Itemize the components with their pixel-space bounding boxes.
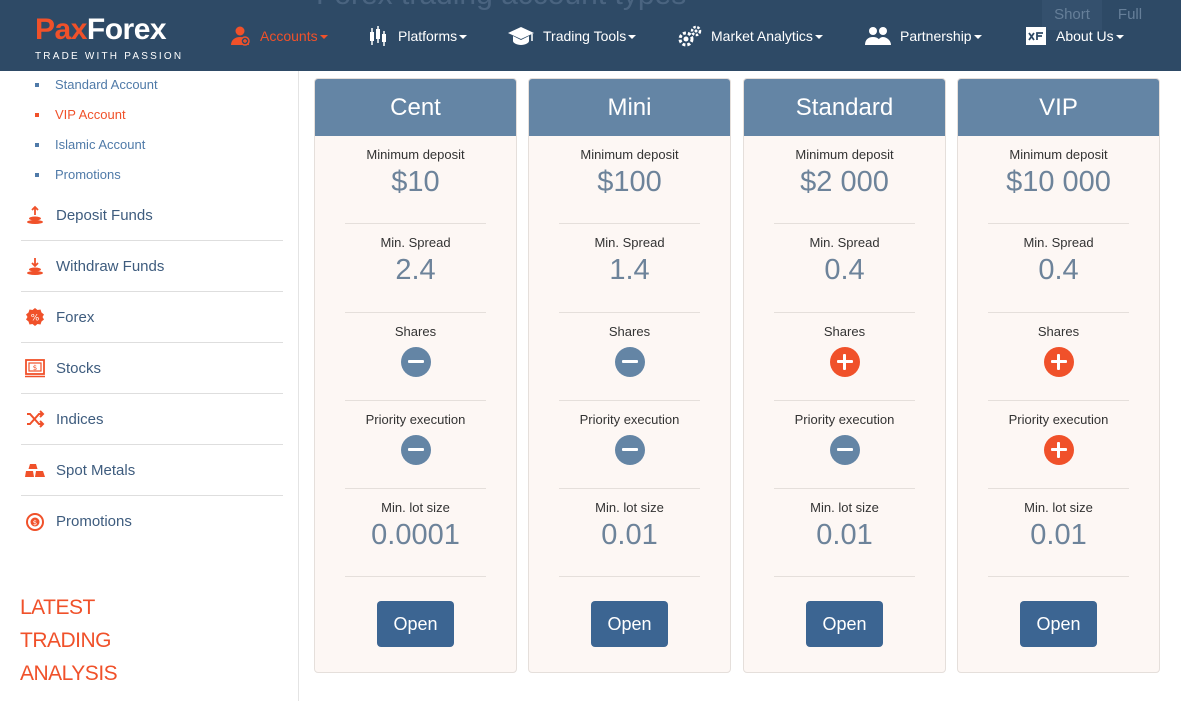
- svg-text:%: %: [31, 314, 40, 324]
- priority-execution-row: Priority execution: [774, 412, 915, 489]
- nav-about-us[interactable]: About Us: [1024, 0, 1124, 71]
- priority-execution-row: Priority execution: [559, 412, 700, 489]
- min-deposit-value: $10: [391, 166, 440, 198]
- shares-row: Shares: [559, 324, 700, 401]
- min-spread-value: 0.4: [1038, 254, 1079, 286]
- gears-icon: [677, 24, 703, 48]
- sidebar-item-promotions[interactable]: $ Promotions: [21, 496, 283, 547]
- min-deposit-value: $2 000: [800, 166, 889, 198]
- shuffle-icon: [23, 407, 47, 431]
- min-lot-value: 0.01: [816, 519, 873, 551]
- plus-circle-icon: [1043, 435, 1074, 465]
- min-spread-value: 2.4: [395, 254, 436, 286]
- sidebar-sub-promotions[interactable]: Promotions: [35, 167, 121, 182]
- shares-row: Shares: [345, 324, 486, 401]
- min-deposit-value: $100: [597, 166, 662, 198]
- open-cent-account-button[interactable]: Open: [377, 601, 454, 647]
- min-deposit-row: Minimum deposit $10: [345, 147, 486, 224]
- min-lot-row: Min. lot size 0.01: [559, 500, 700, 577]
- logo-tagline: TRADE WITH PASSION: [35, 51, 184, 62]
- sidebar-item-stocks[interactable]: $ Stocks: [21, 343, 283, 394]
- min-spread-value: 1.4: [609, 254, 650, 286]
- sidebar-sub-standard-account[interactable]: Standard Account: [35, 77, 158, 92]
- minus-circle-icon: [400, 435, 431, 465]
- nav-market-analytics-label: Market Analytics: [711, 28, 823, 44]
- min-deposit-row: Minimum deposit $100: [559, 147, 700, 224]
- min-spread-value: 0.4: [824, 254, 865, 286]
- account-card-cent: Cent Minimum deposit $10 Min. Spread 2.4…: [314, 78, 517, 673]
- account-name: Cent: [315, 79, 516, 136]
- minus-circle-icon: [400, 347, 431, 377]
- priority-execution-row: Priority execution: [345, 412, 486, 489]
- open-mini-account-button[interactable]: Open: [591, 601, 668, 647]
- min-spread-row: Min. Spread 1.4: [559, 235, 700, 313]
- sidebar-item-withdraw-funds[interactable]: Withdraw Funds: [21, 241, 283, 292]
- minus-circle-icon: [829, 435, 860, 465]
- sidebar-sub-islamic-account[interactable]: Islamic Account: [35, 137, 145, 152]
- min-lot-row: Min. lot size 0.01: [774, 500, 915, 577]
- min-lot-value: 0.0001: [371, 519, 460, 551]
- partners-icon: [864, 24, 892, 48]
- nav-platforms-label: Platforms: [398, 28, 468, 44]
- min-deposit-row: Minimum deposit $10 000: [988, 147, 1129, 224]
- platforms-icon: [366, 24, 390, 48]
- min-lot-value: 0.01: [601, 519, 658, 551]
- plus-circle-icon: [829, 347, 860, 377]
- nav-partnership-label: Partnership: [900, 28, 982, 44]
- plus-circle-icon: [1043, 347, 1074, 377]
- top-navigation-bar: Forex trading account types Short Full P…: [0, 0, 1181, 71]
- logo-wordmark: PaxForex: [35, 13, 167, 46]
- shares-row: Shares: [988, 324, 1129, 401]
- account-name: VIP: [958, 79, 1159, 136]
- gold-bars-icon: [23, 458, 47, 482]
- min-deposit-row: Minimum deposit $2 000: [774, 147, 915, 224]
- nav-about-us-label: About Us: [1056, 28, 1124, 44]
- coins-up-icon: [23, 203, 47, 227]
- shares-row: Shares: [774, 324, 915, 401]
- minus-circle-icon: [614, 347, 645, 377]
- min-spread-row: Min. Spread 0.4: [988, 235, 1129, 313]
- svg-text:$: $: [33, 364, 37, 372]
- promo-coin-icon: $: [23, 510, 47, 534]
- sidebar-sub-vip-account[interactable]: VIP Account: [35, 107, 126, 122]
- sidebar-item-indices[interactable]: Indices: [21, 394, 283, 445]
- nav-trading-tools[interactable]: Trading Tools: [507, 0, 637, 71]
- min-spread-row: Min. Spread 2.4: [345, 235, 486, 313]
- sidebar-item-forex[interactable]: % Forex: [21, 292, 283, 343]
- sidebar: Standard Account VIP Account Islamic Acc…: [0, 71, 299, 701]
- sidebar-item-spot-metals[interactable]: Spot Metals: [21, 445, 283, 496]
- priority-execution-row: Priority execution: [988, 412, 1129, 489]
- account-card-mini: Mini Minimum deposit $100 Min. Spread 1.…: [528, 78, 731, 673]
- nav-accounts-label: Accounts: [260, 28, 328, 44]
- latest-trading-analysis-link[interactable]: LATEST TRADING ANALYSIS: [20, 591, 220, 690]
- svg-text:$: $: [33, 519, 37, 527]
- stock-certificate-icon: $: [23, 356, 47, 380]
- min-deposit-value: $10 000: [1006, 166, 1111, 198]
- min-lot-row: Min. lot size 0.0001: [345, 500, 486, 577]
- nav-trading-tools-label: Trading Tools: [543, 28, 637, 44]
- nav-platforms[interactable]: Platforms: [366, 0, 468, 71]
- minus-circle-icon: [614, 435, 645, 465]
- account-name: Standard: [744, 79, 945, 136]
- min-spread-row: Min. Spread 0.4: [774, 235, 915, 313]
- account-card-vip: VIP Minimum deposit $10 000 Min. Spread …: [957, 78, 1160, 673]
- percent-badge-icon: %: [23, 305, 47, 329]
- nav-market-analytics[interactable]: Market Analytics: [677, 0, 823, 71]
- min-lot-value: 0.01: [1030, 519, 1087, 551]
- coins-down-icon: [23, 254, 47, 278]
- account-name: Mini: [529, 79, 730, 136]
- sidebar-item-deposit-funds[interactable]: Deposit Funds: [21, 190, 283, 241]
- nav-partnership[interactable]: Partnership: [864, 0, 982, 71]
- graduation-cap-icon: [507, 24, 535, 48]
- accounts-icon: [228, 24, 252, 48]
- paxforex-logo[interactable]: PaxForex TRADE WITH PASSION: [35, 13, 184, 63]
- open-vip-account-button[interactable]: Open: [1020, 601, 1097, 647]
- nav-accounts[interactable]: Accounts: [228, 0, 328, 71]
- xf-icon: [1024, 24, 1048, 48]
- open-standard-account-button[interactable]: Open: [806, 601, 883, 647]
- account-card-standard: Standard Minimum deposit $2 000 Min. Spr…: [743, 78, 946, 673]
- min-lot-row: Min. lot size 0.01: [988, 500, 1129, 577]
